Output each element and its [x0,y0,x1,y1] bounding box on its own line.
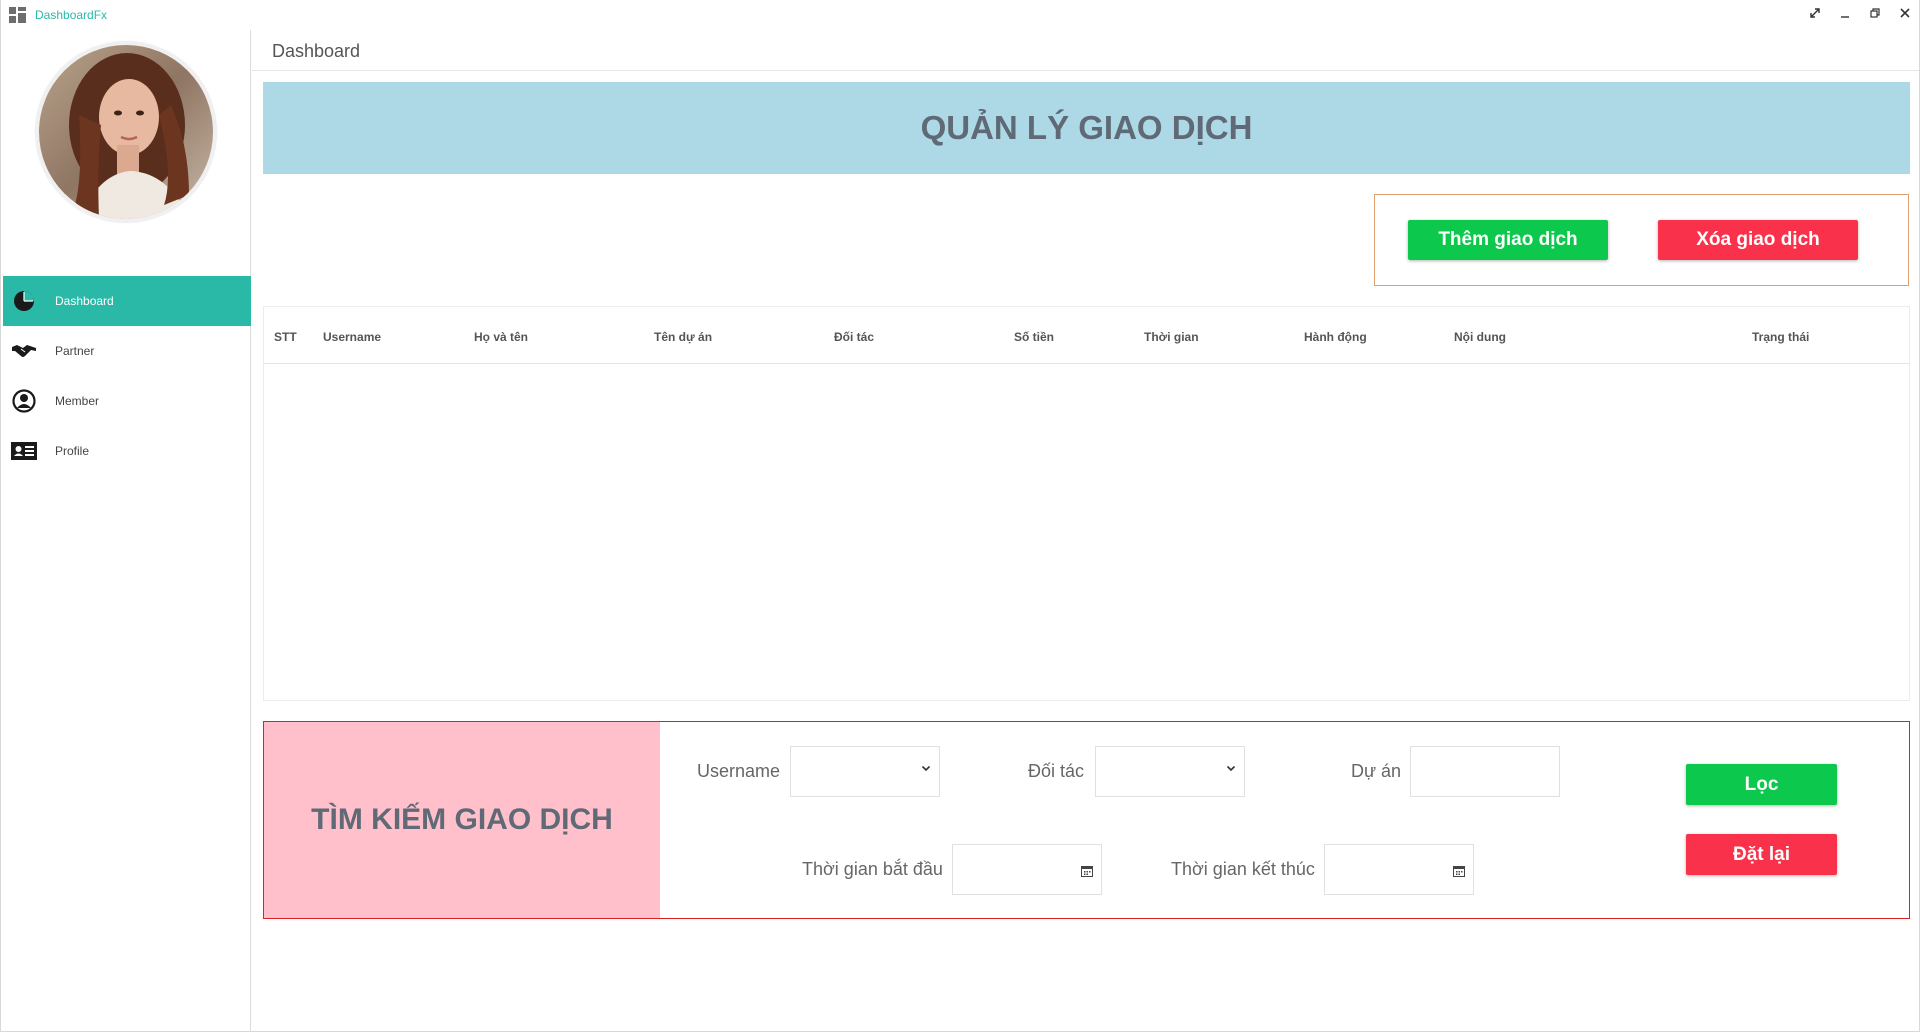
sidebar-item-label: Member [55,394,100,408]
calendar-icon[interactable] [1453,864,1465,877]
handshake-icon [11,338,37,364]
sidebar: Dashboard Partner Member Profile [1,30,251,1031]
end-time-label: Thời gian kết thúc [1171,859,1315,879]
sidebar-item-profile[interactable]: Profile [3,426,251,476]
table-header: STT Username Họ và tên Tên dự án Đối tác… [264,307,1909,364]
column-header-time[interactable]: Thời gian [1144,330,1199,344]
page-header: Dashboard [252,30,1919,71]
page-title: Dashboard [272,41,361,61]
id-card-icon [11,438,37,464]
filter-button[interactable]: Lọc [1686,764,1837,805]
start-time-label: Thời gian bắt đầu [802,859,943,879]
column-header-status[interactable]: Trạng thái [1752,330,1809,344]
username-select[interactable] [790,746,940,797]
sidebar-item-partner[interactable]: Partner [3,326,251,376]
end-date-picker[interactable] [1324,844,1474,895]
sidebar-item-label: Profile [55,444,90,458]
column-header-action[interactable]: Hành động [1304,330,1367,344]
column-header-content[interactable]: Nội dung [1454,330,1506,344]
chevron-down-icon [921,762,931,776]
title-bar: DashboardFx [1,0,1919,30]
chevron-down-icon [1226,762,1236,776]
app-logo-icon [9,7,26,23]
add-transaction-button[interactable]: Thêm giao dịch [1408,220,1608,260]
transactions-table[interactable]: STT Username Họ và tên Tên dự án Đối tác… [263,306,1910,701]
app-window: DashboardFx Dashboard Partner Member Pro… [0,0,1920,1032]
delete-transaction-button[interactable]: Xóa giao dịch [1658,220,1858,260]
restore-icon[interactable] [1864,5,1886,25]
username-filter-label: Username [697,761,781,781]
sidebar-item-dashboard[interactable]: Dashboard [3,276,251,326]
avatar [36,42,216,222]
column-header-username[interactable]: Username [323,330,381,344]
partner-filter-label: Đối tác [1028,761,1085,781]
sidebar-item-label: Dashboard [55,294,114,308]
search-panel-title: TÌM KIẾM GIAO DỊCH [311,803,613,836]
project-input[interactable] [1410,746,1560,797]
column-header-project-name[interactable]: Tên dự án [654,330,712,344]
action-panel: Thêm giao dịch Xóa giao dịch [1374,194,1909,286]
calendar-icon[interactable] [1081,864,1093,877]
expand-icon[interactable] [1804,5,1826,25]
column-header-partner[interactable]: Đối tác [834,330,874,344]
section-banner: QUẢN LÝ GIAO DỊCH [263,82,1910,174]
minimize-icon[interactable] [1834,5,1856,25]
column-header-full-name[interactable]: Họ và tên [474,330,528,344]
sidebar-item-member[interactable]: Member [3,376,251,426]
app-title: DashboardFx [35,8,108,22]
project-filter-label: Dự án [1351,761,1402,781]
column-header-stt[interactable]: STT [274,330,297,344]
start-date-picker[interactable] [952,844,1102,895]
search-panel-title-block: TÌM KIẾM GIAO DỊCH [264,722,660,918]
banner-title: QUẢN LÝ GIAO DỊCH [920,109,1253,146]
close-icon[interactable] [1894,5,1916,25]
partner-select[interactable] [1095,746,1245,797]
user-circle-icon [11,388,37,414]
sidebar-item-label: Partner [55,344,95,358]
pie-chart-icon [11,288,37,314]
column-header-amount[interactable]: Số tiền [1014,330,1054,344]
reset-button[interactable]: Đặt lại [1686,834,1837,875]
search-panel: TÌM KIẾM GIAO DỊCH Username Đối tác Dự á… [263,721,1910,919]
